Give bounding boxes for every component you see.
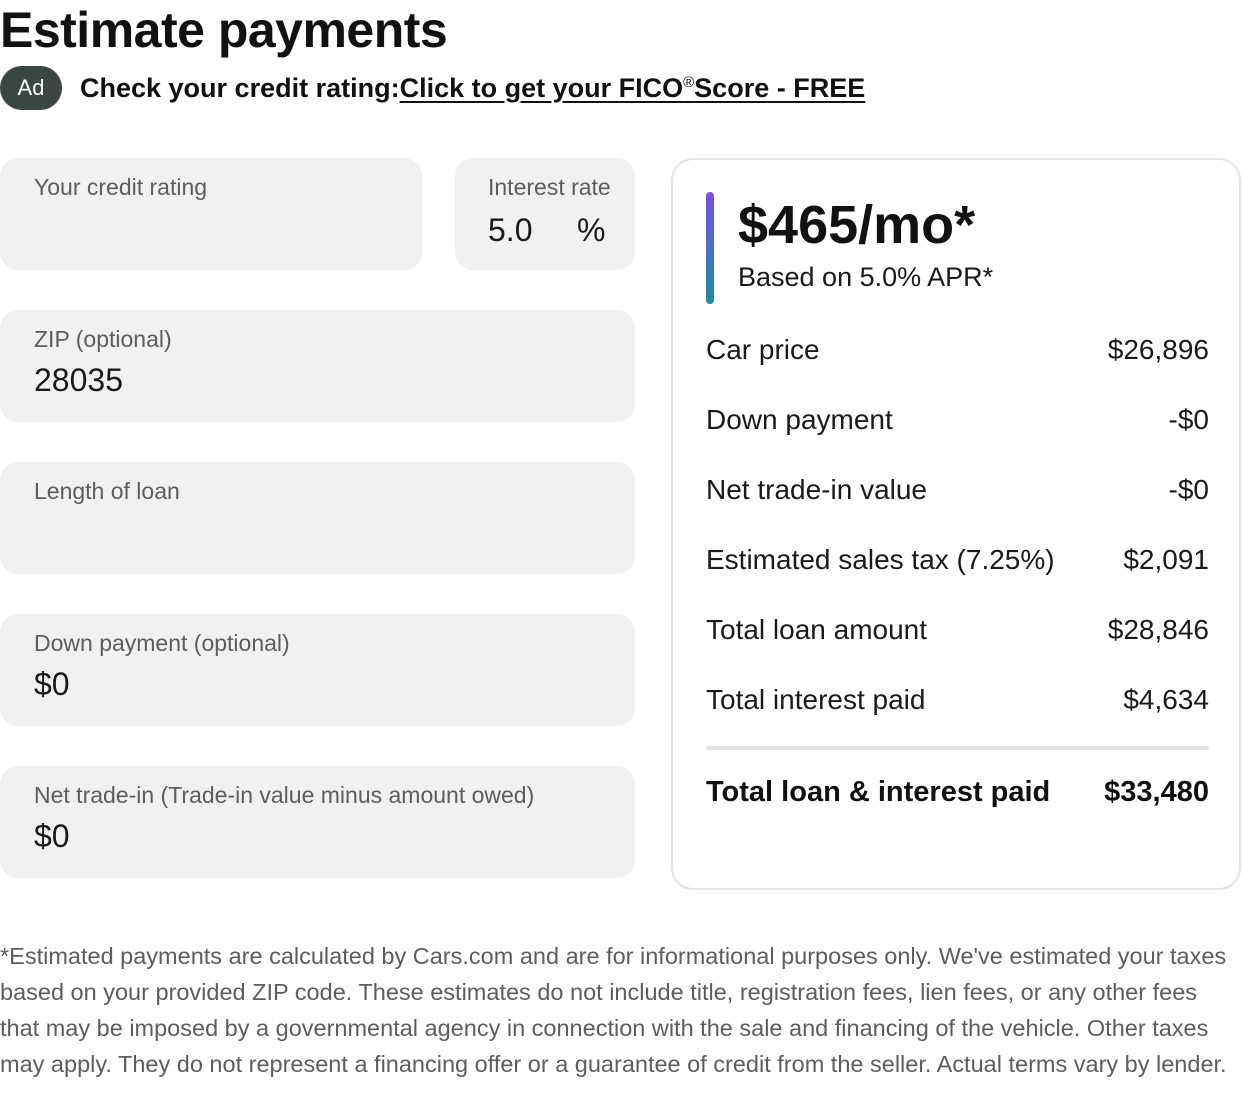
row-value: $26,896: [1107, 334, 1209, 365]
summary-rows: Car price $26,896 Down payment -$0 Net t…: [706, 315, 1209, 735]
summary-row-sales-tax: Estimated sales tax (7.25%) $2,091: [706, 525, 1209, 595]
monthly-payment: $465/mo*: [738, 195, 976, 255]
net-trade-in-value[interactable]: $0: [34, 818, 70, 855]
down-payment-label: Down payment (optional): [34, 630, 290, 656]
net-trade-in-label: Net trade-in (Trade-in value minus amoun…: [34, 782, 535, 808]
fico-link-part2: Score - FREE: [694, 72, 866, 103]
row-label: Estimated sales tax (7.25%): [706, 544, 1055, 575]
accent-bar: [706, 192, 714, 304]
credit-rating-select[interactable]: Your credit rating: [0, 158, 422, 270]
down-payment-value[interactable]: $0: [34, 666, 70, 703]
zip-value[interactable]: 28035: [34, 362, 123, 399]
fico-score-link[interactable]: Click to get your FICO®Score - FREE: [400, 73, 866, 104]
apr-note: Based on 5.0% APR*: [738, 262, 994, 292]
net-trade-in-input[interactable]: Net trade-in (Trade-in value minus amoun…: [0, 766, 635, 878]
row-value: -$0: [1168, 474, 1209, 505]
summary-divider: [706, 746, 1209, 750]
summary-row-total-interest: Total interest paid $4,634: [706, 665, 1209, 735]
row-label: Down payment: [706, 404, 893, 435]
summary-row-car-price: Car price $26,896: [706, 315, 1209, 385]
total-label: Total loan & interest paid: [706, 776, 1051, 808]
row-value: $2,091: [1123, 544, 1209, 575]
total-value: $33,480: [1104, 776, 1209, 808]
row-label: Total loan amount: [706, 614, 928, 645]
loan-length-label: Length of loan: [34, 478, 180, 504]
zip-label: ZIP (optional): [34, 326, 172, 352]
row-label: Net trade-in value: [706, 474, 928, 505]
ad-badge: Ad: [0, 66, 62, 110]
payment-summary-card: $465/mo* Based on 5.0% APR* Car price $2…: [671, 158, 1241, 890]
row-label: Car price: [706, 334, 820, 365]
disclaimer-text: *Estimated payments are calculated by Ca…: [0, 943, 1227, 1077]
interest-rate-label: Interest rate: [488, 174, 611, 200]
interest-rate-value[interactable]: 5.0: [488, 212, 532, 249]
registered-mark: ®: [683, 73, 695, 91]
percent-unit: %: [577, 212, 606, 248]
fico-link-part1: Click to get your FICO: [399, 72, 684, 103]
interest-rate-input[interactable]: Interest rate 5.0 %: [455, 158, 635, 270]
loan-length-select[interactable]: Length of loan: [0, 462, 635, 574]
summary-total-row: Total loan & interest paid $33,480: [706, 776, 1209, 809]
down-payment-input[interactable]: Down payment (optional) $0: [0, 614, 635, 726]
row-label: Total interest paid: [706, 684, 926, 715]
row-value: $4,634: [1123, 684, 1209, 715]
credit-rating-label: Your credit rating: [34, 174, 208, 200]
ad-banner: Ad Check your credit rating: Click to ge…: [0, 66, 865, 110]
summary-row-down-payment: Down payment -$0: [706, 385, 1209, 455]
page-title: Estimate payments: [0, 2, 448, 58]
row-value: $28,846: [1107, 614, 1209, 645]
summary-row-total-loan: Total loan amount $28,846: [706, 595, 1209, 665]
summary-row-net-trade-in: Net trade-in value -$0: [706, 455, 1209, 525]
ad-text: Check your credit rating:: [80, 72, 400, 103]
zip-input[interactable]: ZIP (optional) 28035: [0, 310, 635, 422]
row-value: -$0: [1168, 404, 1209, 435]
